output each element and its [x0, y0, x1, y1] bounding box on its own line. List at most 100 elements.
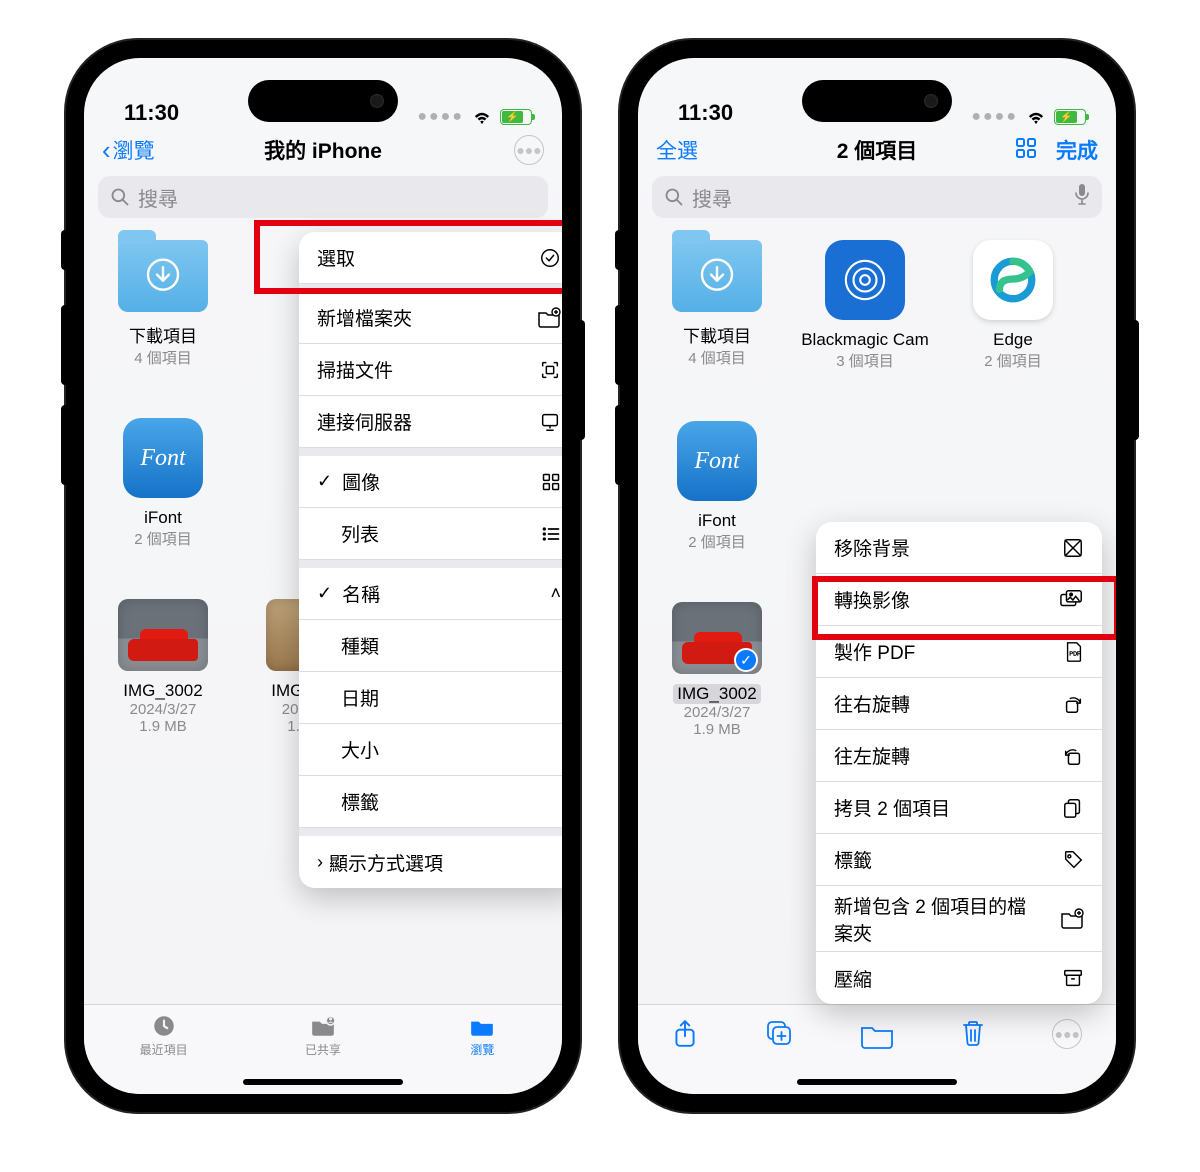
- tab-shared[interactable]: 已共享: [243, 1013, 402, 1070]
- mic-icon[interactable]: [1074, 183, 1090, 211]
- mute-switch: [61, 230, 66, 270]
- search-field[interactable]: 搜尋: [652, 176, 1102, 218]
- dynamic-island: [802, 80, 952, 122]
- file-img-3002[interactable]: IMG_3002 2024/3/27 1.9 MB: [98, 599, 228, 745]
- menu-convert-image[interactable]: 轉換影像: [816, 574, 1102, 626]
- volume-down: [61, 405, 66, 485]
- context-menu: 選取 新增檔案夾 掃描文件 連接伺服器 圖像 列表: [299, 232, 562, 888]
- check-circle-icon: [539, 247, 561, 269]
- tag-icon: [1062, 849, 1084, 871]
- home-indicator[interactable]: [797, 1079, 957, 1085]
- page-title: 我的 iPhone: [84, 135, 562, 165]
- folder-ifont[interactable]: Font iFont 2 個項目: [98, 418, 228, 549]
- menu-remove-bg[interactable]: 移除背景: [816, 522, 1102, 574]
- nav-bar: ‹瀏覽 我的 iPhone ●●●: [84, 128, 562, 172]
- blackmagic-icon: [825, 240, 905, 320]
- download-icon: [145, 257, 181, 301]
- file-img-3002-selected[interactable]: ✓ IMG_3002 2024/3/27 1.9 MB: [652, 602, 782, 738]
- clock-icon: [150, 1013, 178, 1039]
- mute-switch: [615, 230, 620, 270]
- menu-sort-kind[interactable]: 種類: [299, 620, 562, 672]
- phone-left: 11:30 ●●●● ⚡ ‹瀏覽 我的 iPhone ●●● 搜尋: [66, 40, 580, 1112]
- shared-folder-icon: [309, 1013, 337, 1039]
- volume-up: [61, 305, 66, 385]
- more-button[interactable]: ●●●: [514, 135, 544, 165]
- volume-up: [615, 305, 620, 385]
- folder-downloads[interactable]: 下載項目 4 個項目: [98, 240, 228, 368]
- tab-recents[interactable]: 最近項目: [84, 1013, 243, 1070]
- menu-display-options[interactable]: › 顯示方式選項: [299, 836, 562, 888]
- selected-check-icon: ✓: [734, 648, 758, 672]
- search-placeholder: 搜尋: [692, 183, 732, 212]
- wifi-icon: [1025, 109, 1047, 125]
- cell-signal-icon: ●●●●: [417, 108, 464, 126]
- menu-scan[interactable]: 掃描文件: [299, 344, 562, 396]
- archive-icon: [1062, 967, 1084, 989]
- share-button[interactable]: [672, 1019, 698, 1054]
- search-field[interactable]: 搜尋: [98, 176, 548, 218]
- phone-right: 11:30 ●●●● ⚡ 全選 2 個項目 完成 搜尋: [620, 40, 1134, 1112]
- action-menu: 移除背景 轉換影像 製作 PDF PDF 往右旋轉 往左旋轉 拷貝 2 個項目: [816, 522, 1102, 1004]
- search-icon: [664, 187, 684, 207]
- chevron-right-icon: ›: [317, 852, 323, 873]
- rotate-right-icon: [1062, 693, 1084, 715]
- download-icon: [699, 257, 735, 301]
- menu-sort-size[interactable]: 大小: [299, 724, 562, 776]
- dynamic-island: [248, 80, 398, 122]
- menu-compress[interactable]: 壓縮: [816, 952, 1102, 1004]
- nav-bar: 全選 2 個項目 完成: [638, 128, 1116, 172]
- menu-new-folder-items[interactable]: 新增包含 2 個項目的檔案夾: [816, 886, 1102, 952]
- cell-signal-icon: ●●●●: [971, 108, 1018, 126]
- rotate-left-icon: [1062, 745, 1084, 767]
- chevron-up-icon: ˄: [550, 583, 561, 604]
- view-grid-button[interactable]: [1014, 136, 1038, 165]
- ifont-icon: Font: [123, 418, 203, 498]
- menu-sort-name[interactable]: 名稱 ˄: [299, 568, 562, 620]
- search-placeholder: 搜尋: [138, 183, 178, 212]
- menu-select[interactable]: 選取: [299, 232, 562, 284]
- delete-button[interactable]: [961, 1019, 985, 1052]
- folder-ifont[interactable]: Font iFont 2 個項目: [652, 421, 782, 552]
- done-button[interactable]: 完成: [1056, 135, 1098, 165]
- duplicate-button[interactable]: [765, 1019, 793, 1052]
- convert-image-icon: [1060, 589, 1084, 611]
- folder-blackmagic[interactable]: Blackmagic Cam 3 個項目: [800, 240, 930, 371]
- menu-new-folder[interactable]: 新增檔案夾: [299, 292, 562, 344]
- menu-make-pdf[interactable]: 製作 PDF PDF: [816, 626, 1102, 678]
- copy-icon: [1062, 797, 1084, 819]
- menu-rotate-right[interactable]: 往右旋轉: [816, 678, 1102, 730]
- power-button: [1134, 320, 1139, 440]
- remove-bg-icon: [1062, 537, 1084, 559]
- menu-tags[interactable]: 標籤: [816, 834, 1102, 886]
- list-icon: [541, 524, 561, 544]
- server-icon: [539, 411, 561, 433]
- image-thumbnail: ✓: [672, 602, 762, 674]
- menu-sort-tags[interactable]: 標籤: [299, 776, 562, 828]
- new-folder-icon: [537, 307, 561, 329]
- ifont-icon: Font: [677, 421, 757, 501]
- svg-text:PDF: PDF: [1069, 651, 1081, 657]
- battery-icon: ⚡: [1054, 109, 1086, 125]
- menu-view-grid[interactable]: 圖像: [299, 456, 562, 508]
- home-indicator[interactable]: [243, 1079, 403, 1085]
- menu-sort-date[interactable]: 日期: [299, 672, 562, 724]
- move-button[interactable]: [860, 1019, 894, 1054]
- folder-edge[interactable]: Edge 2 個項目: [948, 240, 1078, 371]
- folder-icon: [468, 1013, 496, 1039]
- volume-down: [615, 405, 620, 485]
- tab-browse[interactable]: 瀏覽: [403, 1013, 562, 1070]
- menu-connect-server[interactable]: 連接伺服器: [299, 396, 562, 448]
- more-button: ●●●: [1052, 1019, 1082, 1049]
- menu-view-list[interactable]: 列表: [299, 508, 562, 560]
- search-icon: [110, 187, 130, 207]
- power-button: [580, 320, 585, 440]
- new-folder-icon: [1060, 908, 1084, 930]
- folder-downloads[interactable]: 下載項目 4 個項目: [652, 240, 782, 371]
- menu-rotate-left[interactable]: 往左旋轉: [816, 730, 1102, 782]
- scan-icon: [539, 359, 561, 381]
- screen-right: 11:30 ●●●● ⚡ 全選 2 個項目 完成 搜尋: [638, 58, 1116, 1094]
- screen-left: 11:30 ●●●● ⚡ ‹瀏覽 我的 iPhone ●●● 搜尋: [84, 58, 562, 1094]
- pdf-icon: PDF: [1064, 641, 1084, 663]
- menu-copy[interactable]: 拷貝 2 個項目: [816, 782, 1102, 834]
- grid-icon: [541, 472, 561, 492]
